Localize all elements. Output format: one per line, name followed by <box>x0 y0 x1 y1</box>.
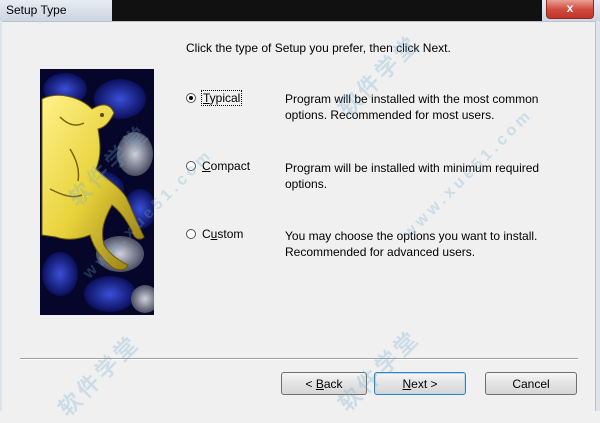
window-frame-right <box>595 21 600 411</box>
title-bar-shade <box>112 0 542 21</box>
horse-artwork-svg <box>40 69 154 315</box>
custom-description: You may choose the options you want to i… <box>285 229 538 259</box>
custom-radio[interactable] <box>186 229 196 239</box>
title-bar: Setup Type x <box>0 0 600 22</box>
custom-label[interactable]: Custom <box>202 227 243 241</box>
window-title: Setup Type <box>6 3 67 17</box>
next-button[interactable]: Next > <box>374 372 466 395</box>
close-icon: x <box>566 1 574 15</box>
button-divider <box>20 358 578 360</box>
close-button[interactable]: x <box>546 0 594 19</box>
window-frame-left <box>0 21 2 411</box>
horse-artwork <box>40 69 154 315</box>
compact-description: Program will be installed with minimum r… <box>285 161 540 191</box>
setup-prompt: Click the type of Setup you prefer, then… <box>186 41 451 55</box>
typical-radio[interactable] <box>186 93 196 103</box>
back-button[interactable]: < Back <box>281 372 367 395</box>
compact-radio[interactable] <box>186 161 196 171</box>
watermark-text: 软件学堂 <box>333 324 425 417</box>
cancel-button[interactable]: Cancel <box>485 372 577 395</box>
typical-description: Program will be installed with the most … <box>285 92 539 122</box>
compact-label[interactable]: Compact <box>202 159 250 173</box>
watermark-text: 软件学堂 <box>53 329 145 422</box>
typical-label[interactable]: Typical <box>200 90 243 106</box>
